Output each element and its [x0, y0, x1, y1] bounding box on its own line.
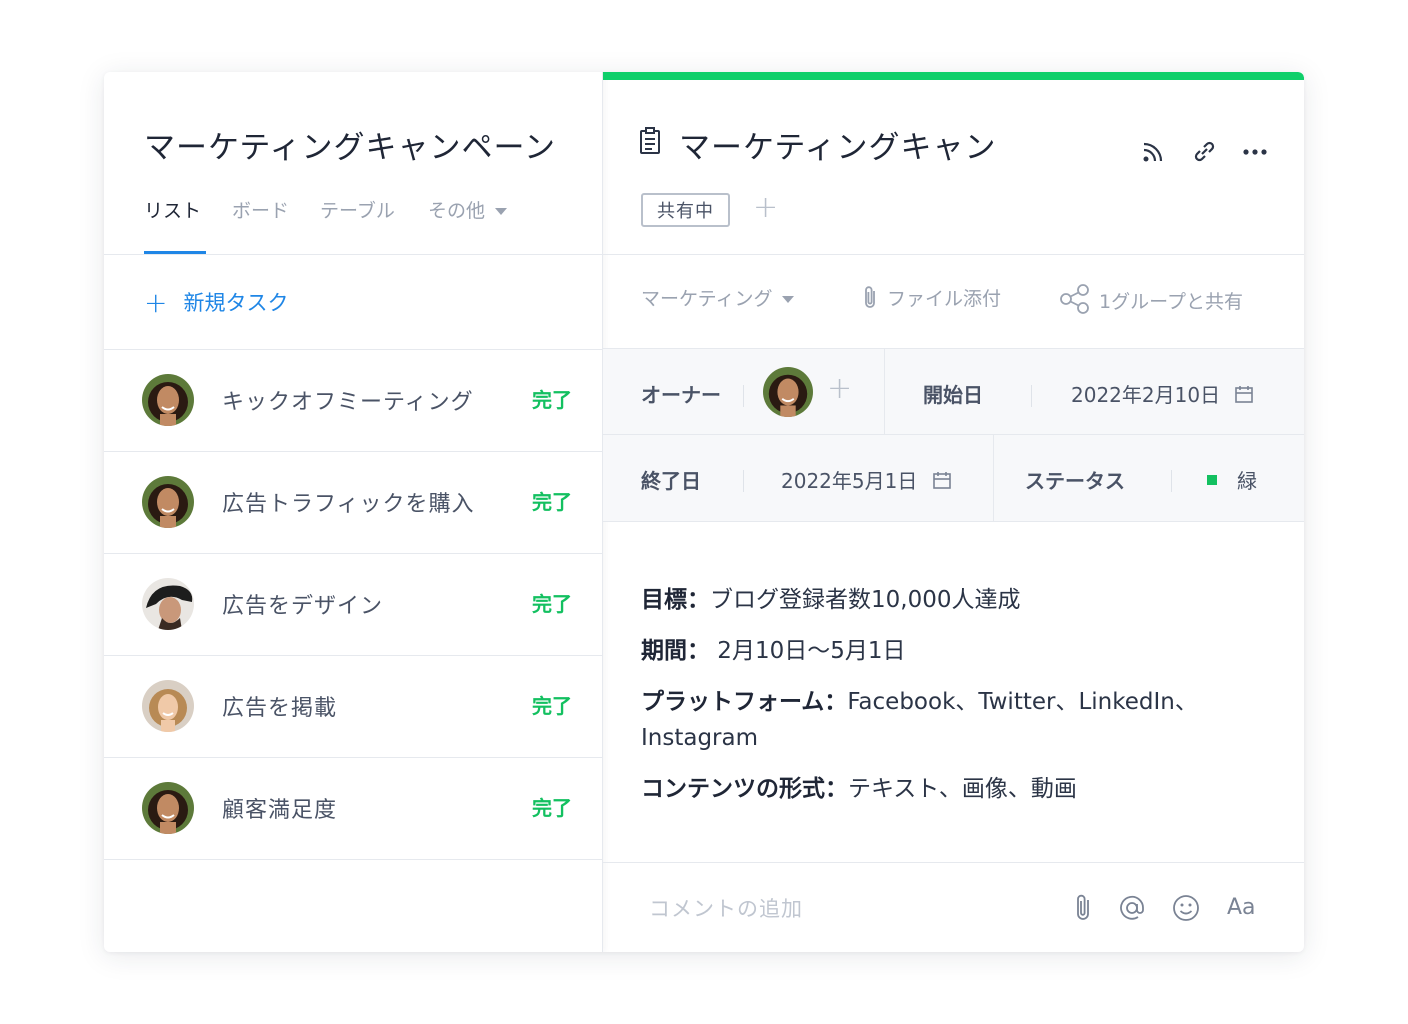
status-value: 緑: [1237, 469, 1257, 493]
period-label: 期間：: [641, 638, 710, 664]
more-icon[interactable]: [1241, 138, 1269, 166]
goal-label: 目標：: [641, 587, 710, 613]
task-row[interactable]: キックオフミーティング 完了: [104, 350, 602, 452]
new-task-label: 新規タスク: [183, 291, 289, 315]
goal-value: ブログ登録者数10,000人達成: [710, 587, 1021, 613]
divider: [743, 385, 744, 407]
paperclip-icon[interactable]: [1071, 893, 1095, 923]
calendar-icon: [932, 472, 951, 489]
platform-line: プラットフォーム：Facebook、Twitter、LinkedIn、Insta…: [641, 684, 1271, 756]
tab-board[interactable]: ボード: [232, 196, 289, 223]
attach-label: ファイル添付: [887, 288, 1002, 310]
task-row[interactable]: 広告をデザイン 完了: [104, 554, 602, 656]
divider: [884, 349, 885, 434]
task-name: キックオフミーティング: [222, 390, 474, 415]
task-name: 広告を掲載: [222, 696, 338, 721]
owner-avatar[interactable]: [763, 367, 813, 417]
task-status: 完了: [532, 796, 572, 820]
end-date-field[interactable]: 2022年5月1日: [781, 465, 952, 494]
goal-line: 目標：ブログ登録者数10,000人達成: [641, 582, 1271, 618]
tab-list[interactable]: リスト: [144, 196, 201, 223]
comment-bar: コメントの追加 Aa: [603, 862, 1304, 952]
divider: [1031, 385, 1032, 407]
share-icon: [1060, 284, 1089, 314]
add-owner-icon[interactable]: +: [827, 371, 852, 406]
divider: [603, 434, 1304, 435]
task-row[interactable]: 広告を掲載 完了: [104, 656, 602, 758]
task-status: 完了: [532, 694, 572, 718]
tab-more[interactable]: その他: [428, 196, 508, 223]
start-date-value: 2022年2月10日: [1071, 383, 1221, 407]
divider: [104, 254, 602, 255]
platform-label: プラットフォーム：: [641, 689, 848, 715]
chevron-down-icon: [495, 208, 508, 215]
at-icon[interactable]: [1117, 893, 1147, 923]
status-color-bar: [603, 72, 1304, 80]
task-card: マーケティングキャンペーン リスト ボード テーブル その他 + 新規タスク キッ…: [104, 72, 1304, 952]
task-description[interactable]: 目標：ブログ登録者数10,000人達成 期間： 2月10日〜5月1日 プラットフ…: [641, 582, 1271, 822]
content-line: コンテンツの形式：テキスト、画像、動画: [641, 771, 1271, 807]
divider: [603, 254, 1304, 255]
period-value: 2月10日〜5月1日: [710, 638, 906, 664]
rss-icon[interactable]: [1139, 138, 1167, 166]
status-field[interactable]: 緑: [1207, 465, 1257, 494]
document-icon: [640, 127, 660, 154]
task-status: 完了: [532, 388, 572, 412]
project-title: マーケティングキャンペーン: [144, 130, 556, 166]
divider: [1171, 470, 1172, 492]
avatar: [142, 578, 194, 630]
avatar: [142, 476, 194, 528]
tab-table[interactable]: テーブル: [320, 196, 395, 223]
task-name: 顧客満足度: [222, 798, 338, 823]
share-label: 1グループと共有: [1099, 291, 1243, 313]
link-icon[interactable]: [1190, 138, 1218, 166]
start-date-field[interactable]: 2022年2月10日: [1071, 379, 1254, 408]
end-date-label: 終了日: [641, 469, 701, 493]
text-format-button[interactable]: Aa: [1227, 895, 1256, 925]
task-row[interactable]: 顧客満足度 完了: [104, 758, 602, 860]
plus-icon: +: [144, 286, 168, 319]
divider: [743, 470, 744, 492]
task-title[interactable]: マーケティングキャン: [679, 122, 1009, 167]
avatar: [142, 680, 194, 732]
task-row[interactable]: 広告トラフィックを購入 完了: [104, 452, 602, 554]
end-date-value: 2022年5月1日: [781, 469, 918, 493]
content-label: コンテンツの形式：: [641, 776, 848, 802]
task-status: 完了: [532, 592, 572, 616]
status-label: ステータス: [1025, 469, 1125, 493]
chevron-down-icon: [782, 296, 795, 303]
new-task-button[interactable]: + 新規タスク: [144, 286, 288, 319]
owner-label: オーナー: [641, 383, 721, 407]
task-detail-panel: マーケティングキャン 共有中 + マーケティング ファイル添付 1グループと共有: [603, 72, 1304, 952]
avatar: [142, 782, 194, 834]
tab-more-label: その他: [428, 200, 486, 222]
start-date-label: 開始日: [923, 383, 983, 407]
share-button[interactable]: 1グループと共有: [1059, 284, 1243, 314]
shared-badge[interactable]: 共有中: [641, 193, 730, 227]
status-dot: [1207, 475, 1217, 485]
divider: [993, 435, 994, 521]
folder-dropdown[interactable]: マーケティング: [641, 284, 795, 311]
paperclip-icon: [865, 286, 875, 308]
task-name: 広告トラフィックを購入: [222, 492, 475, 517]
content-value: テキスト、画像、動画: [848, 776, 1077, 802]
folder-label: マーケティング: [641, 288, 773, 310]
avatar: [142, 374, 194, 426]
add-tag-icon[interactable]: +: [753, 190, 778, 225]
calendar-icon: [1235, 386, 1254, 403]
period-line: 期間： 2月10日〜5月1日: [641, 633, 1271, 669]
emoji-icon[interactable]: [1171, 893, 1201, 923]
task-list-panel: マーケティングキャンペーン リスト ボード テーブル その他 + 新規タスク キッ…: [104, 72, 603, 952]
task-status: 完了: [532, 490, 572, 514]
task-name: 広告をデザイン: [222, 594, 384, 619]
attach-file-button[interactable]: ファイル添付: [861, 284, 1001, 311]
comment-input[interactable]: コメントの追加: [649, 893, 803, 923]
field-grid: オーナー + 開始日 2022年2月10日 終了日 2022年5月1日 ステータ…: [603, 348, 1304, 522]
